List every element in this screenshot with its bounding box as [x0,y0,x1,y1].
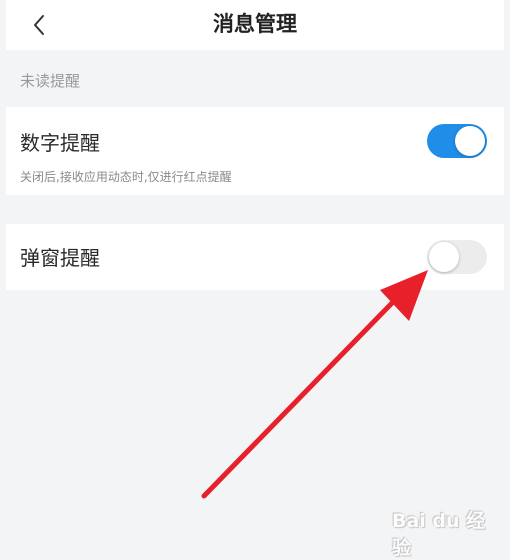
setting-row-popup-reminder: 弹窗提醒 [6,224,504,290]
number-reminder-toggle[interactable] [427,124,487,158]
header-bar: 消息管理 [6,0,504,50]
page-title: 消息管理 [213,12,297,36]
setting-label-popup-reminder: 弹窗提醒 [20,246,100,270]
toggle-knob [429,242,459,272]
setting-row-number-reminder: 数字提醒 关闭后,接收应用动态时,仅进行红点提醒 [6,107,504,195]
setting-description-number-reminder: 关闭后,接收应用动态时,仅进行红点提醒 [20,170,232,184]
toggle-knob [455,126,485,156]
watermark-text: Bai du 经验 [392,510,486,559]
popup-reminder-toggle[interactable] [427,240,487,274]
message-management-page: 消息管理 未读提醒 数字提醒 关闭后,接收应用动态时,仅进行红点提醒 弹窗提醒 [6,0,504,553]
watermark: Bai du 经验 [392,500,502,559]
section-label-unread: 未读提醒 [20,72,81,90]
setting-label-number-reminder: 数字提醒 [20,131,100,155]
